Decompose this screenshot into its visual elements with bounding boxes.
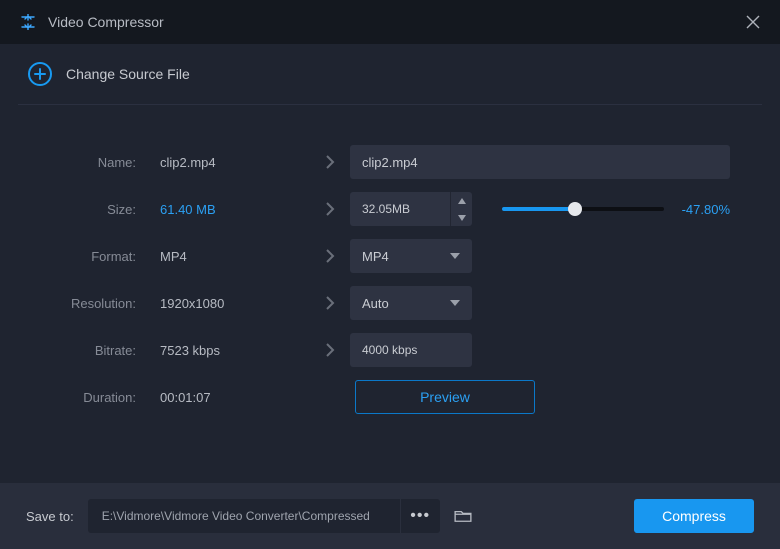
- compress-icon: [20, 14, 36, 30]
- label-bitrate: Bitrate:: [40, 343, 140, 358]
- compress-button[interactable]: Compress: [634, 499, 754, 533]
- browse-button[interactable]: •••: [400, 499, 440, 533]
- change-source-label: Change Source File: [66, 66, 190, 82]
- label-format: Format:: [40, 249, 140, 264]
- chevron-down-icon: [450, 300, 460, 306]
- row-bitrate: Bitrate: 7523 kbps: [40, 333, 740, 367]
- src-size: 61.40 MB: [140, 202, 310, 217]
- change-source-row: Change Source File: [0, 44, 780, 104]
- arrow-icon: [310, 342, 350, 358]
- label-name: Name:: [40, 155, 140, 170]
- bitrate-input[interactable]: [350, 333, 472, 367]
- footer: Save to: E:\Vidmore\Vidmore Video Conver…: [0, 483, 780, 549]
- size-value: 32.05MB: [350, 202, 450, 216]
- arrow-icon: [310, 248, 350, 264]
- arrow-icon: [310, 295, 350, 311]
- size-down-button[interactable]: [451, 209, 472, 226]
- size-slider[interactable]: [502, 202, 664, 216]
- save-to-label: Save to:: [26, 509, 74, 524]
- preview-button[interactable]: Preview: [355, 380, 535, 414]
- chevron-down-icon: [450, 253, 460, 259]
- src-format: MP4: [140, 249, 310, 264]
- src-resolution: 1920x1080: [140, 296, 310, 311]
- close-button[interactable]: [746, 15, 760, 29]
- resolution-value: Auto: [362, 296, 450, 311]
- open-folder-button[interactable]: [446, 499, 480, 533]
- arrow-icon: [310, 201, 350, 217]
- src-name: clip2.mp4: [140, 155, 310, 170]
- row-size: Size: 61.40 MB 32.05MB -47.80%: [40, 192, 740, 226]
- titlebar: Video Compressor: [0, 0, 780, 44]
- window-title: Video Compressor: [48, 14, 746, 30]
- format-select[interactable]: MP4: [350, 239, 472, 273]
- label-duration: Duration:: [40, 390, 140, 405]
- label-resolution: Resolution:: [40, 296, 140, 311]
- size-spinner[interactable]: 32.05MB: [350, 192, 472, 226]
- name-input[interactable]: [350, 145, 730, 179]
- row-name: Name: clip2.mp4: [40, 145, 740, 179]
- label-size: Size:: [40, 202, 140, 217]
- save-path: E:\Vidmore\Vidmore Video Converter\Compr…: [88, 509, 400, 523]
- save-path-box: E:\Vidmore\Vidmore Video Converter\Compr…: [88, 499, 440, 533]
- size-up-button[interactable]: [451, 192, 472, 209]
- resolution-select[interactable]: Auto: [350, 286, 472, 320]
- arrow-icon: [310, 154, 350, 170]
- row-format: Format: MP4 MP4: [40, 239, 740, 273]
- format-value: MP4: [362, 249, 450, 264]
- size-percent: -47.80%: [682, 202, 730, 217]
- row-duration: Duration: 00:01:07 Preview: [40, 380, 740, 414]
- slider-thumb[interactable]: [568, 202, 582, 216]
- src-bitrate: 7523 kbps: [140, 343, 310, 358]
- row-resolution: Resolution: 1920x1080 Auto: [40, 286, 740, 320]
- add-source-button[interactable]: [28, 62, 52, 86]
- src-duration: 00:01:07: [140, 390, 310, 405]
- form-area: Name: clip2.mp4 Size: 61.40 MB 32.05MB -…: [0, 105, 780, 447]
